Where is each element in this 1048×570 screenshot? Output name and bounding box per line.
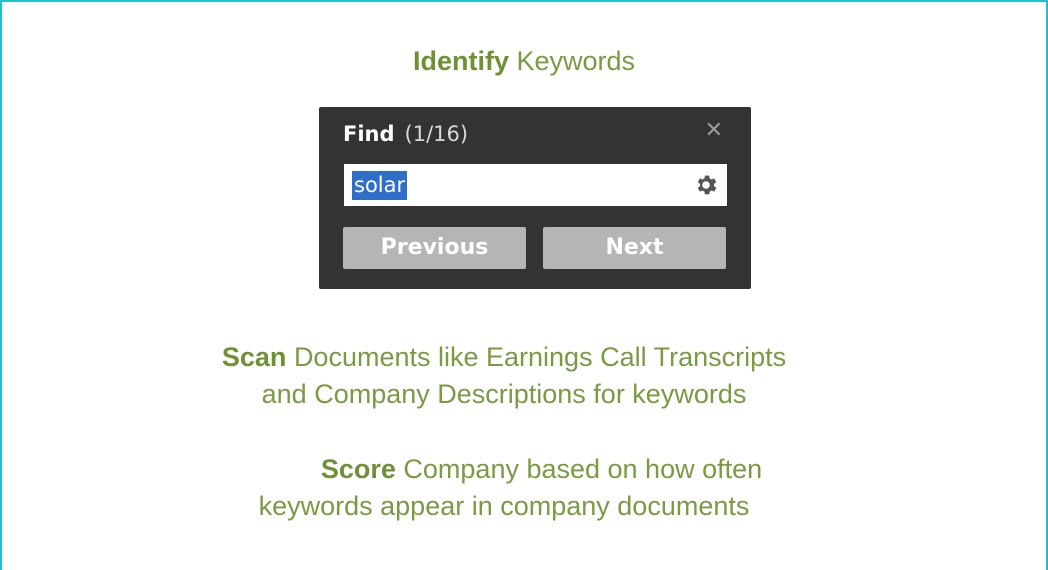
score-bold: Score [320, 454, 396, 484]
score-paragraph: Score Company based on how often keyword… [2, 451, 1046, 525]
scan-line-1: Scan Documents like Earnings Call Transc… [2, 339, 1046, 376]
scan-line-1-text: Documents like Earnings Call Transcripts [293, 342, 787, 372]
score-line-2: keywords appear in company documents [258, 491, 750, 521]
heading-bold: Identify [412, 46, 509, 76]
heading-rest: Keywords [516, 46, 636, 76]
find-panel: Find (1/16) ✕ solar Previous Next [319, 107, 751, 289]
slide-heading: Identify Keywords [2, 46, 1046, 77]
score-line-1-text: Company based on how often [403, 454, 763, 484]
gear-icon[interactable] [693, 172, 719, 198]
slide-frame: Identify Keywords Find (1/16) ✕ solar Pre… [0, 0, 1048, 570]
scan-line-2: and Company Descriptions for keywords [261, 379, 747, 409]
match-count: (1/16) [404, 122, 469, 146]
search-box[interactable]: solar [344, 164, 727, 206]
previous-button[interactable]: Previous [343, 227, 526, 269]
scan-bold: Scan [221, 342, 287, 372]
find-title: Find (1/16) [343, 122, 468, 146]
next-button[interactable]: Next [543, 227, 726, 269]
score-line-1: Score Company based on how often [2, 451, 1046, 488]
scan-paragraph: Scan Documents like Earnings Call Transc… [2, 339, 1046, 413]
close-icon[interactable]: ✕ [705, 119, 723, 141]
find-label: Find [343, 122, 395, 146]
search-input[interactable]: solar [352, 171, 408, 200]
